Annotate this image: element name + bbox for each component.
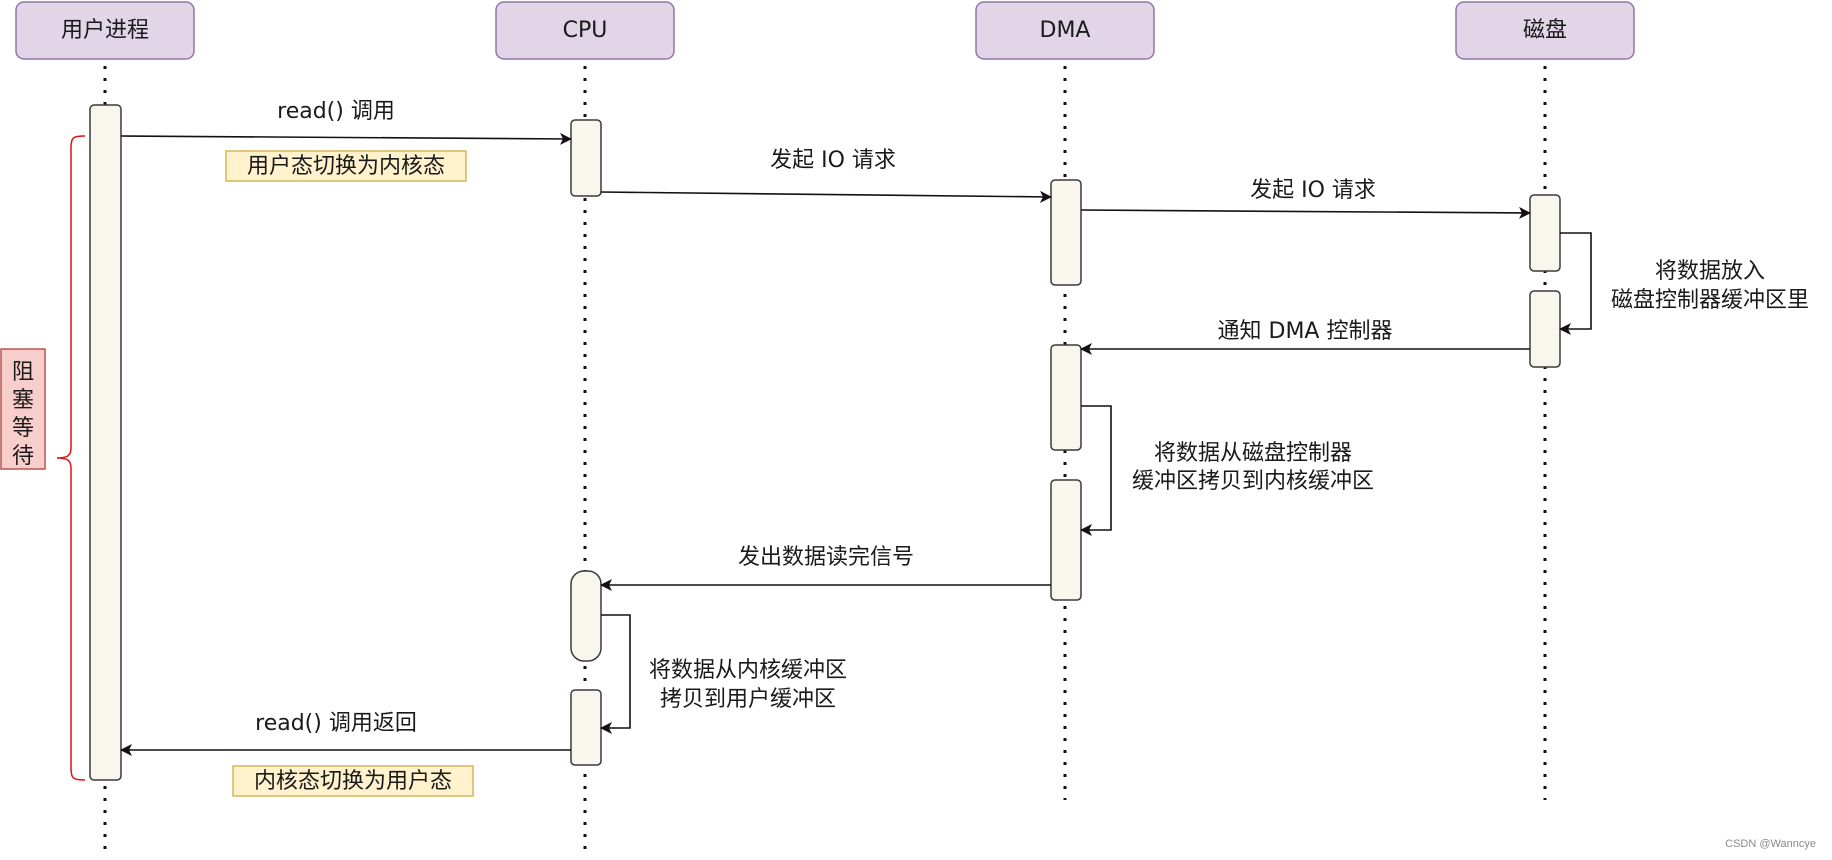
message-label: 通知 DMA 控制器 <box>1218 319 1393 344</box>
participant-user: 用户进程 <box>15 1 195 60</box>
message-arrow <box>1080 405 1112 536</box>
message-disk-buffer-self: 将数据放入 磁盘控制器缓冲区里 <box>1559 232 1809 335</box>
message-label: 将数据从磁盘控制器 <box>1154 441 1352 466</box>
message-label: read() 调用 <box>277 99 395 124</box>
message-read-return: read() 调用返回 <box>120 711 571 756</box>
activation-dma-1 <box>1050 179 1082 286</box>
blocking-char: 阻 <box>12 360 34 385</box>
participant-label: 磁盘 <box>1523 18 1567 43</box>
participant-cpu: CPU <box>495 1 675 60</box>
message-label: 发出数据读完信号 <box>738 545 914 570</box>
message-arrow <box>600 614 631 734</box>
message-label: 磁盘控制器缓冲区里 <box>1611 288 1809 313</box>
message-notify-dma: 通知 DMA 控制器 <box>1080 319 1530 355</box>
note-user-to-kernel: 用户态切换为内核态 <box>225 150 467 182</box>
message-label: 将数据从内核缓冲区 <box>649 658 847 683</box>
message-label: 发起 IO 请求 <box>1250 178 1376 203</box>
message-cpu-copy-self: 将数据从内核缓冲区 拷贝到用户缓冲区 <box>600 614 847 734</box>
activation-disk-2 <box>1529 290 1561 368</box>
message-label: 发起 IO 请求 <box>770 148 896 173</box>
activation-cpu-1 <box>570 119 602 197</box>
message-label: read() 调用返回 <box>255 711 417 736</box>
message-read-complete: 发出数据读完信号 <box>600 545 1051 591</box>
message-arrow <box>1080 206 1531 219</box>
note-text: 用户态切换为内核态 <box>247 154 445 179</box>
message-label: 将数据放入 <box>1655 259 1765 284</box>
note-kernel-to-user: 内核态切换为用户态 <box>232 765 474 797</box>
sequence-diagram: 用户进程 CPU DMA 磁盘 阻 塞 等 待 read() 调用 用户态切换为… <box>0 1 1809 858</box>
blocking-label: 阻 塞 等 待 <box>0 348 46 470</box>
message-label: 拷贝到用户缓冲区 <box>660 687 836 712</box>
blocking-char: 待 <box>12 444 34 469</box>
watermark: CSDN @Wanncye <box>1725 838 1816 850</box>
activation-dma-3 <box>1050 479 1082 601</box>
blocking-char: 等 <box>12 416 34 441</box>
participant-label: CPU <box>563 18 608 43</box>
participant-label: DMA <box>1040 18 1091 43</box>
blocking-char: 塞 <box>12 388 34 413</box>
activation-dma-2 <box>1050 344 1082 451</box>
participant-dma: DMA <box>975 1 1155 60</box>
message-dma-io-request: 发起 IO 请求 <box>1080 178 1531 219</box>
message-read-call: read() 调用 <box>120 99 572 145</box>
message-cpu-io-request: 发起 IO 请求 <box>600 148 1052 203</box>
message-dma-copy-self: 将数据从磁盘控制器 缓冲区拷贝到内核缓冲区 <box>1080 405 1374 536</box>
participant-label: 用户进程 <box>61 18 149 43</box>
message-arrow <box>600 190 1052 203</box>
activation-disk-1 <box>1529 194 1561 272</box>
activation-user <box>89 104 122 781</box>
message-arrow <box>1559 232 1592 335</box>
note-text: 内核态切换为用户态 <box>254 769 452 794</box>
message-label: 缓冲区拷贝到内核缓冲区 <box>1132 469 1374 494</box>
activation-cpu-3 <box>570 689 602 766</box>
message-arrow <box>120 132 572 145</box>
participant-disk: 磁盘 <box>1455 1 1635 60</box>
activation-cpu-2 <box>570 570 602 662</box>
blocking-bracket <box>56 135 86 781</box>
